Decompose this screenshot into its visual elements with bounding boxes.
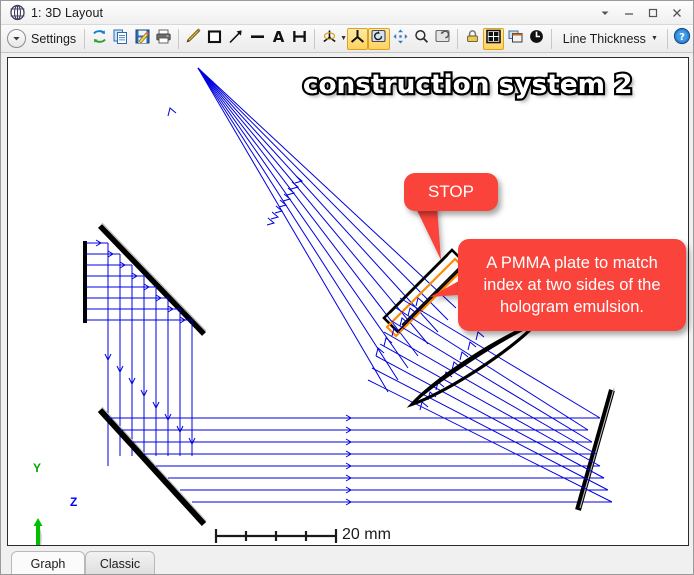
refresh-button[interactable] xyxy=(89,28,110,50)
chevron-down-circle-icon xyxy=(7,29,26,48)
tripod-axes-icon xyxy=(321,28,338,50)
scale-bar xyxy=(214,529,338,543)
text-button[interactable]: A xyxy=(268,28,289,50)
arrow-button[interactable] xyxy=(225,28,246,50)
thick-line-icon xyxy=(249,28,266,50)
dimension-button[interactable] xyxy=(289,28,310,50)
toolbar-separator xyxy=(84,28,86,49)
axis-orientation-button[interactable] xyxy=(319,28,340,50)
zoom-button[interactable] xyxy=(411,28,432,50)
printer-icon xyxy=(155,28,172,50)
right-mirror xyxy=(575,387,615,511)
line-thickness-caret-icon: ▼ xyxy=(650,35,658,42)
pmma-callout[interactable]: A PMMA plate to match index at two sides… xyxy=(458,239,686,331)
rotate-view-button[interactable] xyxy=(368,27,390,50)
title-bar: 1: 3D Layout xyxy=(1,1,693,25)
refresh-arrows-icon xyxy=(91,28,108,50)
isometric-view-button[interactable] xyxy=(347,27,369,50)
toolbar-separator xyxy=(666,28,668,49)
save-disk-icon xyxy=(134,28,151,50)
tab-classic-label: Classic xyxy=(99,557,141,571)
help-question-icon: ? xyxy=(673,27,691,50)
application-window: 1: 3D Layout Settings A ▼ Line Thickness… xyxy=(0,0,694,575)
minimize-button[interactable] xyxy=(617,2,641,24)
window-stack-icon xyxy=(507,28,524,50)
scene-title-outline: construction system 2 xyxy=(301,68,635,103)
close-button[interactable] xyxy=(665,2,689,24)
upper-left-ray-grid xyxy=(86,239,196,466)
window-title: 1: 3D Layout xyxy=(31,5,104,20)
tab-classic[interactable]: Classic xyxy=(85,551,155,574)
window-dropdown-button[interactable] xyxy=(593,2,617,24)
upper-left-mirror xyxy=(98,222,207,336)
pmma-callout-text: A PMMA plate to match index at two sides… xyxy=(483,253,661,317)
h-measure-icon xyxy=(291,28,308,50)
tab-bar: Graph Classic xyxy=(1,549,693,574)
power-clock-icon xyxy=(528,28,545,50)
toolbar-separator xyxy=(550,28,552,49)
copy-pages-icon xyxy=(112,28,129,50)
line-thickness-label: Line Thickness xyxy=(562,31,646,46)
four-pane-icon xyxy=(485,28,502,50)
toolbar-separator xyxy=(457,28,459,49)
new-window-button[interactable] xyxy=(504,28,525,50)
toolbar-separator xyxy=(177,28,179,49)
tab-graph[interactable]: Graph xyxy=(11,551,85,574)
toolbar-separator xyxy=(314,28,315,49)
maximize-button[interactable] xyxy=(641,2,665,24)
fit-window-button[interactable] xyxy=(483,27,505,50)
tab-graph-label: Graph xyxy=(30,557,66,571)
scale-bar-label: 20 mm xyxy=(342,526,391,543)
collimated-bottom-beam xyxy=(108,414,612,506)
pencil-icon xyxy=(184,27,202,50)
rectangle-button[interactable] xyxy=(204,28,225,50)
pencil-button[interactable] xyxy=(183,28,204,50)
four-way-move-icon xyxy=(392,28,409,50)
magnifier-icon xyxy=(413,28,430,50)
axis-orientation-caret-icon[interactable]: ▼ xyxy=(340,35,347,42)
svg-text:?: ? xyxy=(679,32,685,43)
axis-label-z: Z xyxy=(70,495,78,509)
pan-button[interactable] xyxy=(390,28,411,50)
lock-button[interactable] xyxy=(462,28,483,50)
rotate-screen-icon xyxy=(370,28,387,50)
undo-screen-icon xyxy=(434,28,451,50)
save-button[interactable] xyxy=(132,28,153,50)
power-button[interactable] xyxy=(526,28,547,50)
lens-icon xyxy=(7,3,27,23)
help-button[interactable]: ? xyxy=(672,27,692,50)
axis-indicator xyxy=(33,518,43,545)
undo-view-button[interactable] xyxy=(432,28,453,50)
line-button[interactable] xyxy=(246,28,267,50)
padlock-icon xyxy=(464,28,481,50)
square-outline-icon xyxy=(206,28,223,50)
diagonal-arrow-icon xyxy=(227,28,244,50)
main-toolbar: Settings A ▼ Line Thickness ▼ ? xyxy=(1,25,693,53)
stop-callout[interactable]: STOP xyxy=(404,173,498,211)
print-button[interactable] xyxy=(153,28,174,50)
letter-a-icon: A xyxy=(270,28,287,50)
settings-button[interactable]: Settings xyxy=(4,28,80,50)
stop-callout-text: STOP xyxy=(428,182,474,201)
svg-text:A: A xyxy=(272,28,284,45)
three-axis-icon xyxy=(349,28,366,50)
axis-label-y: Y xyxy=(33,461,42,475)
copy-button[interactable] xyxy=(110,28,131,50)
line-thickness-dropdown[interactable]: Line Thickness ▼ xyxy=(558,28,663,50)
settings-label: Settings xyxy=(31,31,77,46)
